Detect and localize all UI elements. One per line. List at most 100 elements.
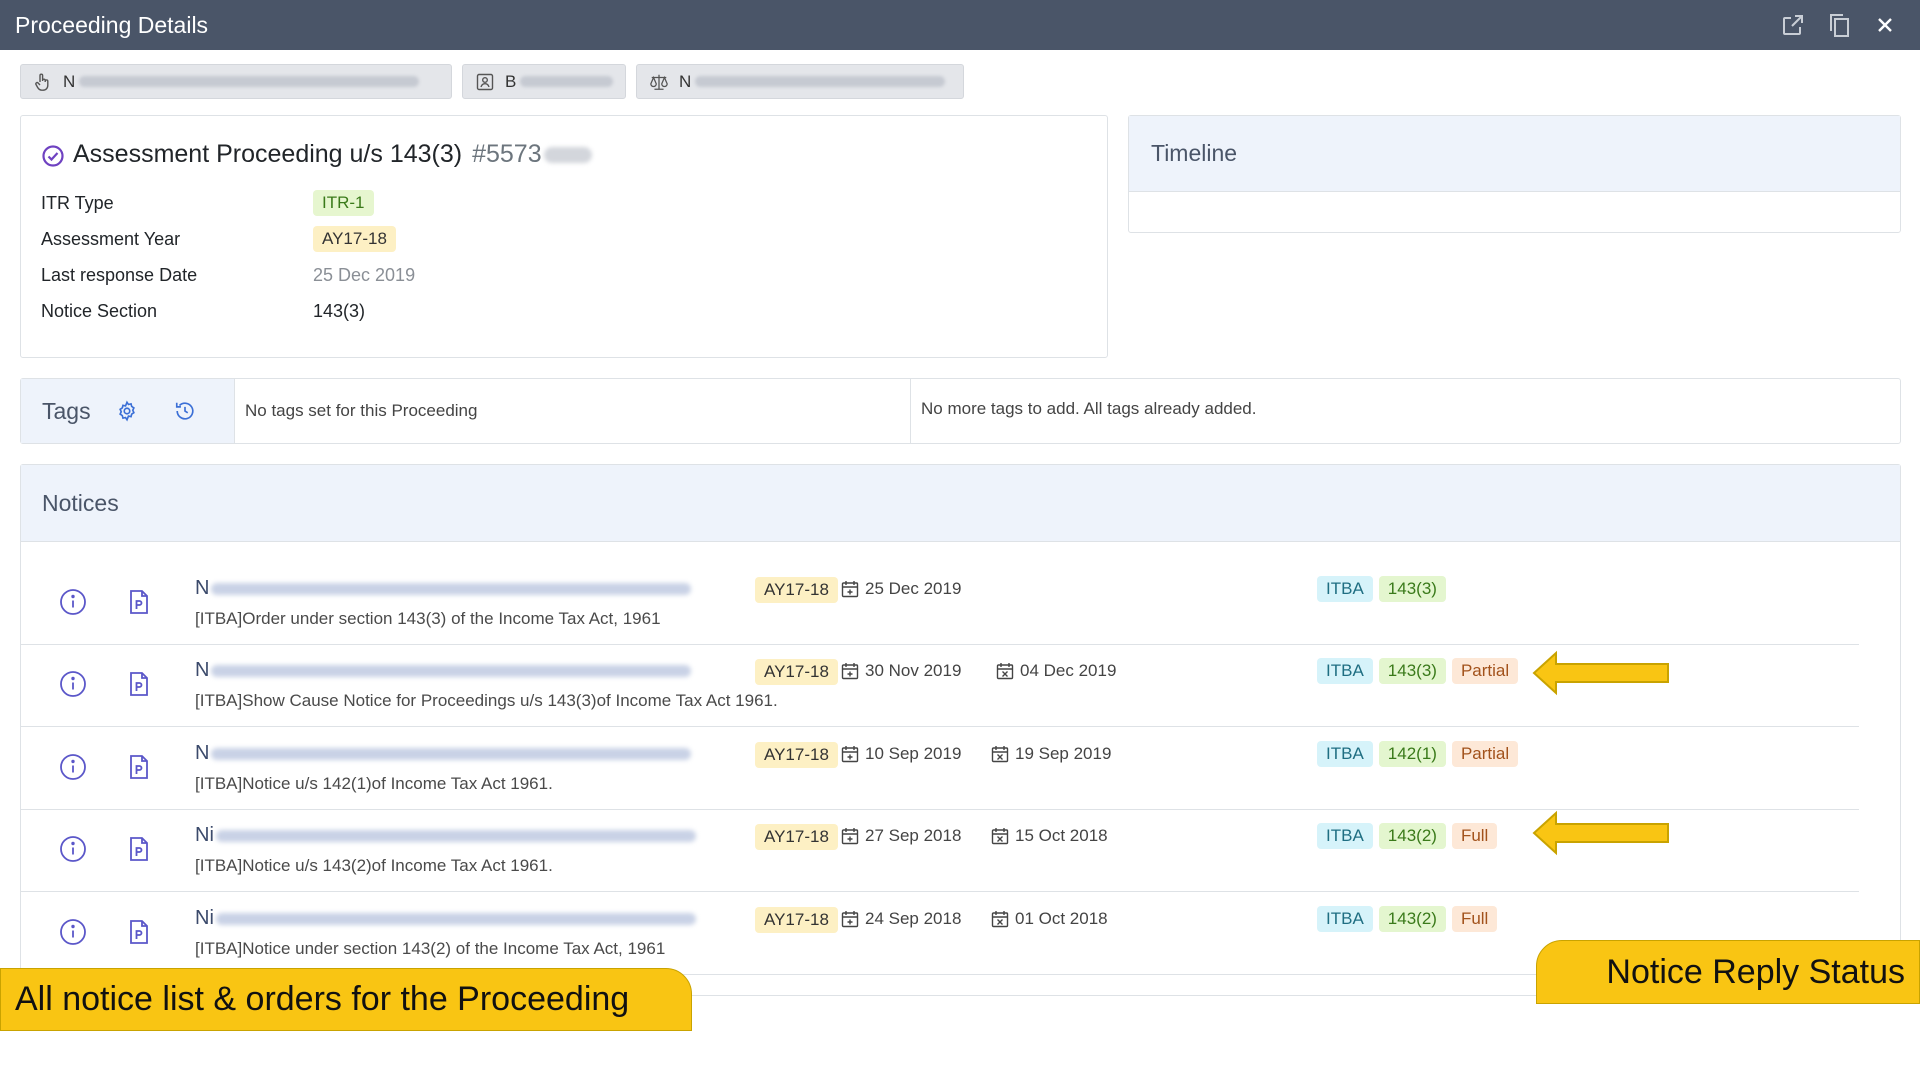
- issued-date-text: 10 Sep 2019: [865, 744, 962, 763]
- field-label: Assessment Year: [41, 228, 181, 249]
- redacted-text: [211, 582, 692, 595]
- notice-assessee-name[interactable]: N: [195, 659, 692, 682]
- notice-issued-date: 25 Dec 2019: [840, 579, 961, 599]
- open-external-button[interactable]: [1773, 5, 1813, 45]
- notice-assessee-name[interactable]: N: [195, 742, 692, 765]
- notice-section-value: 143(3): [313, 300, 366, 321]
- notice-info-button[interactable]: [58, 669, 88, 699]
- field-label: Last response Date: [41, 264, 198, 285]
- notice-row[interactable]: N [ITBA]Order under section 143(3) of the…: [20, 563, 1859, 645]
- notice-name-text: N: [195, 742, 210, 764]
- notice-due-date: 01 Oct 2018: [990, 909, 1108, 929]
- close-icon: [1878, 18, 1892, 32]
- due-date-text: 19 Sep 2019: [1015, 744, 1112, 763]
- notice-description: [ITBA]Order under section 143(3) of the …: [195, 609, 661, 628]
- arrow-left-icon: [1532, 650, 1669, 696]
- current-tags: No tags set for this Proceeding: [235, 379, 911, 443]
- notice-info-button[interactable]: [58, 917, 88, 947]
- close-button[interactable]: [1865, 5, 1905, 45]
- duplicate-button[interactable]: [1819, 5, 1859, 45]
- timeline-title: Timeline: [1129, 116, 1900, 192]
- notice-due-date: 19 Sep 2019: [990, 744, 1111, 764]
- notice-description: [ITBA]Show Cause Notice for Proceedings …: [195, 691, 778, 710]
- notice-document-button[interactable]: [124, 834, 154, 864]
- notice-document-button[interactable]: [124, 669, 154, 699]
- window-titlebar: Proceeding Details: [0, 0, 1920, 50]
- notice-ay-badge: AY17-18: [755, 907, 838, 933]
- notice-assessee-name[interactable]: N: [195, 577, 692, 600]
- pdf-file-icon: [130, 920, 148, 944]
- due-date-text: 01 Oct 2018: [1015, 909, 1108, 928]
- notice-source-badge: ITBA: [1317, 658, 1373, 684]
- notice-reply-status-badge: Partial: [1451, 741, 1519, 767]
- notice-row[interactable]: N [ITBA]Notice u/s 142(1)of Income Tax Ac…: [20, 728, 1859, 810]
- officer-chip[interactable]: N: [636, 64, 964, 99]
- notice-document-button[interactable]: [124, 917, 154, 947]
- proceeding-id: #5573: [472, 140, 542, 168]
- notice-tags: ITBA 143(3) Partial: [1317, 658, 1519, 684]
- notice-name-text: N: [195, 577, 210, 599]
- notice-tags: ITBA 142(1) Partial: [1317, 741, 1519, 767]
- calendar-plus-icon: [841, 746, 859, 763]
- notice-description: [ITBA]Notice u/s 143(2)of Income Tax Act…: [195, 856, 553, 875]
- notice-name-text: Ni: [195, 824, 214, 846]
- notice-issued-date: 24 Sep 2018: [840, 909, 961, 929]
- redacted-text: [520, 76, 613, 87]
- notice-due-date: 04 Dec 2019: [995, 661, 1116, 681]
- assessee-chip[interactable]: N: [20, 64, 452, 99]
- available-tags: No more tags to add. All tags already ad…: [921, 399, 1257, 418]
- calendar-plus-icon: [841, 911, 859, 928]
- notice-assessee-name[interactable]: Ni: [195, 824, 696, 847]
- notice-ay-badge: AY17-18: [755, 742, 838, 768]
- calendar-plus-icon: [841, 663, 859, 680]
- tags-header: Tags: [21, 379, 235, 443]
- notice-assessee-name[interactable]: Ni: [195, 907, 696, 930]
- tags-card: Tags No tags set for this Proceeding No …: [20, 378, 1901, 444]
- info-icon: [60, 919, 86, 945]
- history-icon: [175, 402, 194, 420]
- calendar-x-icon: [996, 663, 1014, 680]
- due-date-text: 15 Oct 2018: [1015, 826, 1108, 845]
- reply-status-callout: Notice Reply Status: [1536, 940, 1920, 1004]
- info-icon: [60, 671, 86, 697]
- notice-source-badge: ITBA: [1317, 576, 1373, 602]
- notice-info-button[interactable]: [58, 834, 88, 864]
- pdf-file-icon: [130, 755, 148, 779]
- tags-settings-button[interactable]: [113, 397, 141, 425]
- open-external-icon: [1783, 15, 1803, 35]
- notice-reply-status-badge: Partial: [1451, 658, 1519, 684]
- notice-tags: ITBA 143(2) Full: [1317, 906, 1498, 932]
- notice-source-badge: ITBA: [1317, 906, 1373, 932]
- last-response-date-value: 25 Dec 2019: [313, 264, 416, 285]
- notice-info-button[interactable]: [58, 752, 88, 782]
- notice-document-button[interactable]: [124, 752, 154, 782]
- itr-type-badge: ITR-1: [313, 190, 374, 216]
- notices-title: Notices: [21, 465, 1900, 542]
- notice-section-badge: 143(3): [1378, 658, 1446, 684]
- assessment-year-badge: AY17-18: [313, 226, 396, 252]
- notice-reply-status-badge: Full: [1451, 823, 1498, 849]
- issued-date-text: 25 Dec 2019: [865, 579, 962, 598]
- issued-date-text: 24 Sep 2018: [865, 909, 962, 928]
- check-circle-icon: [42, 145, 64, 167]
- field-label: Notice Section: [41, 300, 158, 321]
- pan-chip[interactable]: B: [462, 64, 626, 99]
- redacted-text: [79, 76, 420, 87]
- timeline-card: Timeline: [1128, 115, 1901, 233]
- notice-due-date: 15 Oct 2018: [990, 826, 1108, 846]
- notice-info-button[interactable]: [58, 587, 88, 617]
- notice-document-button[interactable]: [124, 587, 154, 617]
- issued-date-text: 30 Nov 2019: [865, 661, 962, 680]
- notice-section-badge: 143(3): [1378, 576, 1446, 602]
- assessee-chip-text: N: [63, 71, 76, 91]
- notice-ay-badge: AY17-18: [755, 577, 838, 603]
- calendar-plus-icon: [841, 581, 859, 598]
- redacted-text: [215, 829, 696, 842]
- notice-section-badge: 142(1): [1378, 741, 1446, 767]
- field-itr-type: ITR Type ITR-1: [41, 185, 1087, 221]
- pdf-file-icon: [130, 590, 148, 614]
- field-label: ITR Type: [41, 192, 114, 213]
- tags-history-button[interactable]: [171, 397, 199, 425]
- redacted-text: [211, 747, 692, 760]
- context-chips: N B N: [20, 64, 964, 99]
